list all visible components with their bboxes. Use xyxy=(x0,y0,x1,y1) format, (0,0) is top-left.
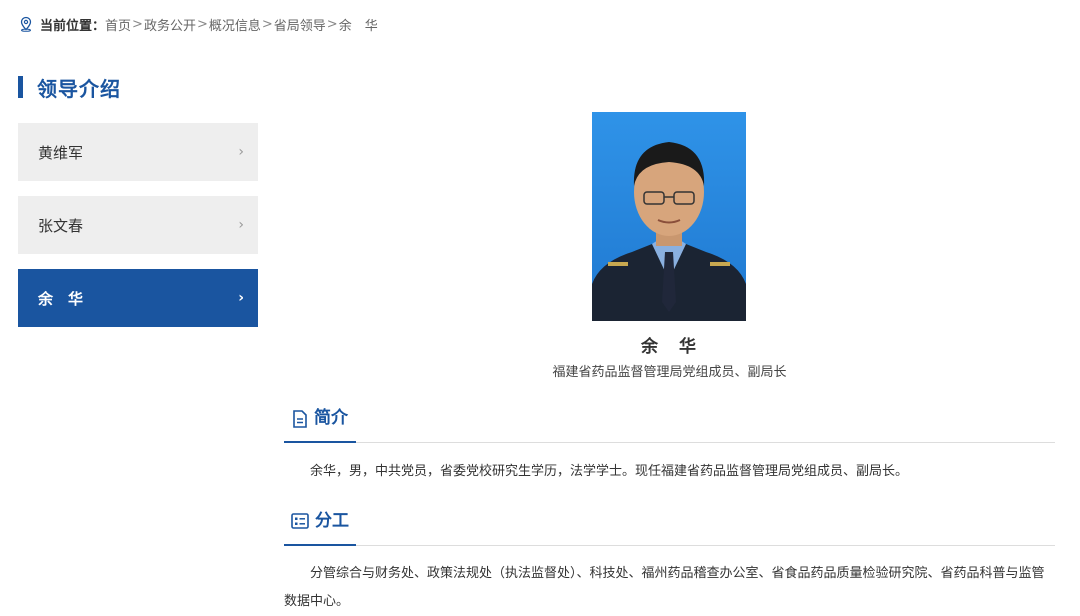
chevron-right-icon: › xyxy=(238,217,244,233)
sidebar-heading: 领导介绍 xyxy=(37,76,121,101)
sidebar-item-label: 张文春 xyxy=(38,216,84,235)
intro-text: 余华，男，中共党员，省委党校研究生学历，法学学士。现任福建省药品监督管理局党组成… xyxy=(310,464,909,479)
duties-tab: 分工 xyxy=(284,510,356,546)
intro-tab: 简介 xyxy=(284,407,356,443)
breadcrumb-home-link[interactable]: 首页 xyxy=(105,15,131,34)
breadcrumb-separator: > xyxy=(132,16,143,32)
duties-text: 分管综合与财务处、政策法规处（执法监督处）、科技处、福州药品稽查办公室、省食品药… xyxy=(284,566,1045,609)
sidebar-title: 领导介绍 xyxy=(18,74,121,101)
intro-section-header: 简介 xyxy=(284,408,1055,443)
chevron-right-icon: › xyxy=(238,144,244,160)
portrait-image xyxy=(592,112,746,321)
intro-heading: 简介 xyxy=(314,408,348,428)
breadcrumb-separator: > xyxy=(326,16,338,32)
breadcrumb-prefix: 当前位置： xyxy=(40,18,106,34)
document-icon xyxy=(293,410,307,428)
portrait-photo xyxy=(592,112,746,321)
location-pin-icon xyxy=(20,16,32,32)
duties-heading: 分工 xyxy=(315,511,349,531)
sidebar-item-huang-weijun[interactable]: 黄维军 › xyxy=(18,123,258,181)
sidebar-item-label: 余 华 xyxy=(38,289,84,308)
breadcrumb-overview-link[interactable]: 概况信息 xyxy=(209,15,261,34)
chevron-right-icon: › xyxy=(238,290,244,306)
breadcrumb-separator: > xyxy=(261,16,273,32)
task-list-icon xyxy=(291,513,309,529)
breadcrumb-separator: > xyxy=(196,16,208,32)
breadcrumb: 当前位置： 首页 > 政务公开 > 概况信息 > 省局领导 > 余 华 xyxy=(18,14,378,34)
sidebar-item-zhang-wenchun[interactable]: 张文春 › xyxy=(18,196,258,254)
breadcrumb-gov-affairs-link[interactable]: 政务公开 xyxy=(144,15,196,34)
person-title: 福建省药品监督管理局党组成员、副局长 xyxy=(552,365,787,380)
sidebar-item-label: 黄维军 xyxy=(38,143,84,162)
breadcrumb-leaders-link[interactable]: 省局领导 xyxy=(274,15,326,34)
sidebar-nav: 黄维军 › 张文春 › 余 华 › xyxy=(18,123,258,342)
duties-section-header: 分工 xyxy=(284,511,1055,546)
person-name: 余 华 xyxy=(641,337,698,357)
sidebar-item-yu-hua[interactable]: 余 华 › xyxy=(18,269,258,327)
title-accent-bar xyxy=(18,76,23,98)
breadcrumb-current: 余 华 xyxy=(338,18,378,34)
